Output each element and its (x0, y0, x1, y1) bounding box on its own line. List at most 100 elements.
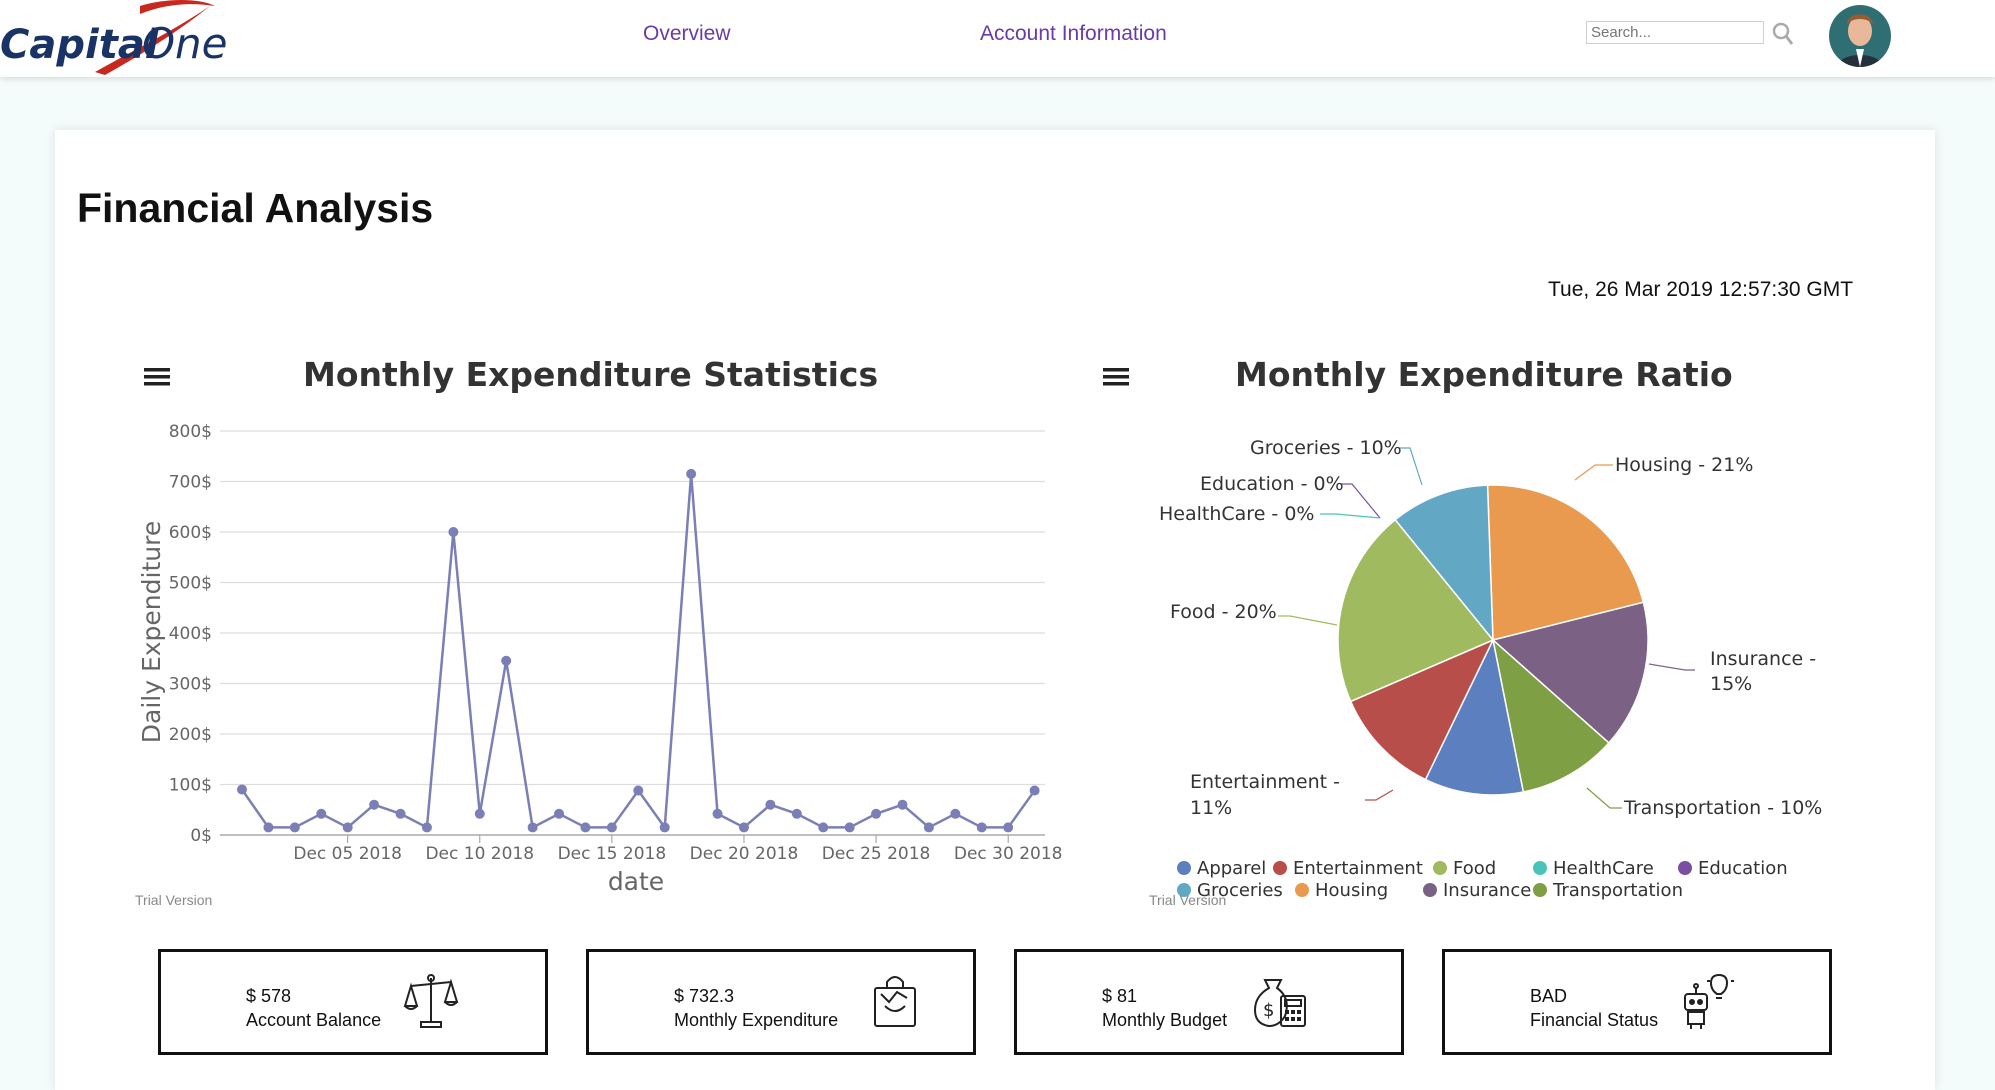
healthcare-connector (1320, 513, 1381, 519)
search-icon[interactable] (1772, 22, 1794, 46)
line-data-point[interactable] (342, 822, 353, 833)
pie-label-insurance-line1: Insurance - (1710, 648, 1816, 670)
y-tick-label: 500$ (169, 574, 212, 594)
svg-text:Capital: Capital (0, 22, 160, 68)
pie-chart-menu-icon[interactable] (1103, 366, 1129, 388)
line-data-point[interactable] (606, 822, 617, 833)
line-data-point[interactable] (950, 808, 961, 819)
housing-connector (1574, 464, 1613, 481)
line-data-point[interactable] (501, 655, 512, 666)
line-data-point[interactable] (263, 822, 274, 833)
legend-item-food[interactable]: Food (1453, 858, 1496, 879)
line-chart-title: Monthly Expenditure Statistics (303, 355, 879, 394)
pie-label-entertainment-line1: Entertainment - (1190, 771, 1340, 793)
legend-swatch (1273, 861, 1287, 875)
line-chart-ylabel: Daily Expenditure (137, 521, 166, 743)
svg-text:One: One (142, 19, 228, 68)
legend-item-insurance[interactable]: Insurance (1443, 880, 1531, 901)
line-data-point[interactable] (1029, 785, 1040, 796)
legend-swatch (1177, 861, 1191, 875)
line-data-point[interactable] (765, 799, 776, 810)
line-data-point[interactable] (448, 527, 459, 537)
line-data-point[interactable] (395, 808, 406, 819)
line-series-path (240, 473, 1036, 831)
legend-item-education[interactable]: Education (1698, 858, 1788, 879)
entertainment-connector (1365, 789, 1394, 801)
y-tick-label: 700$ (169, 473, 212, 493)
x-tick-label: Dec 20 2018 (690, 844, 799, 864)
line-data-point[interactable] (686, 468, 697, 479)
nav-account-information[interactable]: Account Information (980, 22, 1167, 46)
education-connector (1340, 483, 1381, 519)
line-data-point[interactable] (659, 822, 670, 833)
stat-value: $ 732.3 (674, 986, 735, 1006)
insurance-connector (1648, 663, 1695, 671)
line-data-point[interactable] (871, 808, 882, 819)
line-data-point[interactable] (421, 822, 432, 833)
line-data-point[interactable] (527, 822, 538, 833)
stat-value: BAD (1530, 986, 1568, 1006)
line-data-point[interactable] (289, 822, 300, 833)
y-tick-label: 200$ (169, 725, 212, 745)
x-tick-label: Dec 05 2018 (293, 844, 402, 864)
legend-item-transportation[interactable]: Transportation (1552, 880, 1683, 901)
pie-chart-trial-text: Trial Version (1149, 892, 1227, 908)
line-data-point[interactable] (923, 822, 934, 833)
line-data-point[interactable] (316, 808, 327, 819)
y-tick-label: 600$ (169, 523, 212, 543)
line-data-point[interactable] (844, 822, 855, 833)
legend-item-healthcare[interactable]: HealthCare (1553, 858, 1654, 879)
line-data-point[interactable] (976, 822, 987, 833)
line-data-point[interactable] (580, 822, 591, 833)
page-title: Financial Analysis (77, 185, 434, 231)
pie-label-healthcare: HealthCare - 0% (1159, 503, 1314, 525)
stat-card-monthly-budget[interactable]: $ 81 Monthly Budget $ (1014, 949, 1404, 1055)
stat-label: Monthly Budget (1102, 1010, 1228, 1030)
money-bag-calculator-icon: $ (1253, 979, 1306, 1028)
stat-card-monthly-expenditure[interactable]: $ 732.3 Monthly Expenditure (586, 949, 976, 1055)
line-data-point[interactable] (818, 822, 829, 833)
x-tick-label: Dec 30 2018 (954, 844, 1063, 864)
line-data-point[interactable] (633, 785, 644, 796)
stat-label: Account Balance (246, 1010, 382, 1030)
line-data-point[interactable] (738, 822, 749, 833)
robot-lightbulb-icon (1684, 973, 1734, 1029)
line-data-point[interactable] (474, 808, 485, 819)
food-connector (1278, 615, 1338, 626)
line-data-point[interactable] (369, 799, 380, 810)
capital-one-logo[interactable]: Capital One (0, 0, 240, 77)
line-data-point[interactable] (712, 808, 723, 819)
line-chart: 0$ 100$ 200$ 300$ 400$ 500$ 600$ 700$ 800$ Dec 0… (137, 422, 1063, 896)
svg-text:$: $ (1263, 1000, 1274, 1021)
line-data-point[interactable] (237, 784, 247, 795)
pie-label-entertainment-line2: 11% (1190, 797, 1232, 819)
legend-swatch (1295, 883, 1309, 897)
pie-label-insurance-line2: 15% (1710, 673, 1752, 695)
line-data-point[interactable] (791, 808, 802, 819)
nav-overview[interactable]: Overview (643, 22, 731, 46)
line-chart-trial-text: Trial Version (135, 892, 213, 908)
legend-swatch (1533, 861, 1547, 875)
legend-swatch (1433, 861, 1447, 875)
stat-card-account-balance[interactable]: $ 578 Account Balance (158, 949, 548, 1055)
pie-label-housing: Housing - 21% (1615, 454, 1753, 476)
y-tick-label: 800$ (169, 422, 212, 442)
legend-item-housing[interactable]: Housing (1315, 880, 1388, 901)
y-tick-label: 300$ (169, 675, 212, 695)
stat-card-financial-status[interactable]: BAD Financial Status (1442, 949, 1832, 1055)
user-avatar[interactable] (1829, 5, 1891, 67)
stat-value: $ 578 (246, 986, 292, 1006)
search-input[interactable] (1586, 21, 1764, 44)
line-data-point[interactable] (1003, 822, 1014, 833)
line-chart-menu-icon[interactable] (144, 366, 170, 388)
pie-label-education: Education - 0% (1200, 473, 1344, 495)
legend-item-entertainment[interactable]: Entertainment (1293, 858, 1423, 879)
line-data-point[interactable] (554, 808, 565, 819)
shopping-bag-icon (874, 976, 916, 1027)
groceries-connector (1399, 447, 1423, 486)
legend-item-apparel[interactable]: Apparel (1197, 858, 1266, 879)
legend-swatch (1533, 883, 1547, 897)
legend-swatch (1678, 861, 1692, 875)
line-data-point[interactable] (897, 799, 908, 810)
top-navbar: Capital One Overview Account Information (0, 0, 1995, 77)
